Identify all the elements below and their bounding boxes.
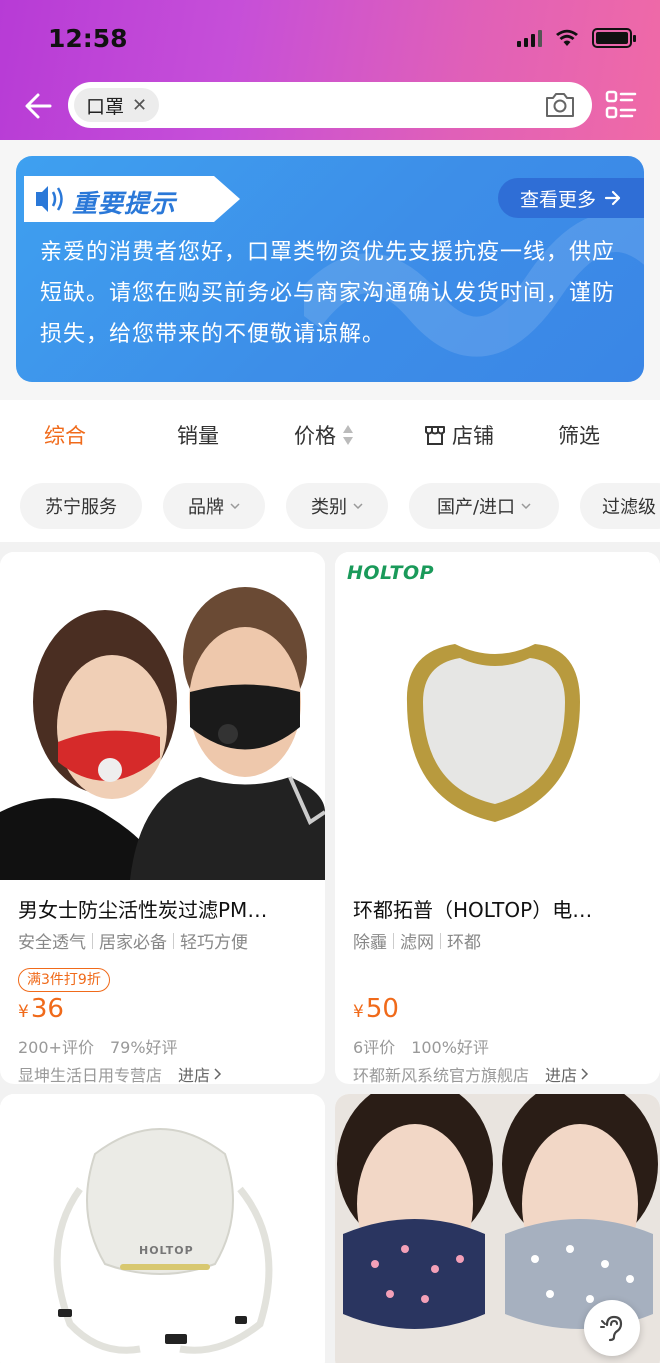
notice-body-text: 亲爱的消费者您好，口罩类物资优先支援抗疫一线，供应短缺。请您在购买前务必与商家沟…	[40, 240, 616, 347]
product-image: HOLTOP	[335, 552, 660, 880]
filter-brand-label: 品牌	[188, 497, 224, 518]
product-image	[0, 552, 325, 880]
shop-icon	[425, 426, 445, 445]
product-tag: 环都	[447, 933, 481, 953]
sort-bar: 综合 销量 价格 店铺 筛选	[0, 400, 660, 470]
tab-filter-label: 筛选	[558, 424, 600, 448]
product-card[interactable]: HOLTOP 环都拓普（HOLTOP）电… 除霾 滤网 环都 ¥ 50 6评价 …	[335, 552, 660, 1084]
accessibility-assist-button[interactable]	[584, 1300, 640, 1356]
product-tags: 安全透气 居家必备 轻巧方便	[18, 928, 248, 953]
header: 12:58 口罩 ✕	[0, 0, 660, 140]
notice-section: 重要提示 查看更多 亲爱的消费者您好，口罩类物资优先支援抗疫一线，供应短缺。请您…	[0, 140, 660, 400]
product-grid: 男女士防尘活性炭过滤PM… 安全透气 居家必备 轻巧方便 满3件打9折 ¥ 36…	[0, 542, 660, 1363]
product-tag: 除霾	[353, 933, 387, 953]
filter-suning-service-label: 苏宁服务	[45, 497, 117, 518]
tab-price-label: 价格	[294, 424, 336, 448]
positive-rate: 100%好评	[411, 1038, 489, 1057]
brand-logo: HOLTOP	[139, 1244, 194, 1257]
filter-origin-label: 国产/进口	[436, 497, 516, 518]
list-view-icon[interactable]	[604, 88, 638, 122]
currency-symbol: ¥	[18, 1002, 29, 1022]
battery-icon	[592, 28, 636, 48]
chevron-down-icon	[353, 503, 363, 510]
tab-shop-label: 店铺	[452, 424, 494, 448]
price-value: 36	[30, 994, 64, 1024]
tab-shop[interactable]: 店铺	[424, 420, 494, 450]
filter-filtration-level[interactable]: 过滤级	[580, 483, 660, 529]
view-more-button[interactable]: 查看更多	[497, 178, 644, 218]
arrow-right-icon	[604, 190, 621, 206]
notice-tag-label: 重要提示	[72, 189, 177, 218]
enter-shop-link[interactable]: 进店	[545, 1062, 589, 1084]
product-title: 男女士防尘活性炭过滤PM…	[18, 898, 268, 922]
chevron-right-icon	[214, 1068, 222, 1080]
notice-banner[interactable]: 重要提示 查看更多 亲爱的消费者您好，口罩类物资优先支援抗疫一线，供应短缺。请您…	[16, 156, 644, 382]
shop-name[interactable]: 显坤生活日用专营店	[18, 1062, 162, 1084]
positive-rate: 79%好评	[109, 1038, 178, 1057]
sort-arrows-icon	[343, 425, 353, 445]
filter-brand[interactable]: 品牌	[163, 483, 265, 529]
chevron-right-icon	[581, 1068, 589, 1080]
product-image: HOLTOP	[0, 1094, 325, 1363]
tab-sales[interactable]: 销量	[177, 420, 219, 450]
chevron-down-icon	[230, 503, 240, 510]
filter-filtration-level-label: 过滤级	[602, 497, 656, 518]
product-tag: 安全透气	[18, 933, 86, 953]
enter-shop-link[interactable]: 进店	[178, 1062, 222, 1084]
status-time: 12:58	[48, 24, 128, 53]
product-price: ¥ 36	[18, 994, 64, 1024]
search-query-chip[interactable]: 口罩 ✕	[74, 88, 160, 122]
filter-suning-service[interactable]: 苏宁服务	[20, 483, 142, 529]
view-more-label: 查看更多	[519, 188, 596, 211]
wifi-icon	[556, 29, 578, 46]
back-arrow-icon[interactable]	[20, 86, 60, 126]
brand-logo: HOLTOP	[347, 562, 435, 584]
status-icons	[517, 28, 636, 48]
enter-shop-label: 进店	[545, 1066, 578, 1084]
filter-origin[interactable]: 国产/进口	[409, 483, 559, 529]
product-price: ¥ 50	[353, 994, 399, 1024]
enter-shop-label: 进店	[178, 1066, 211, 1084]
promo-badge: 满3件打9折	[18, 968, 110, 992]
camera-icon[interactable]	[544, 91, 576, 119]
filter-category[interactable]: 类别	[286, 483, 388, 529]
product-tags: 除霾 滤网 环都	[353, 928, 481, 953]
tab-filter[interactable]: 筛选	[558, 420, 600, 450]
product-tag: 居家必备	[99, 933, 167, 953]
product-reviews: 200+评价 79%好评	[18, 1034, 178, 1058]
tab-price[interactable]: 价格	[294, 420, 354, 450]
shop-row: 环都新风系统官方旗舰店 进店	[353, 1062, 589, 1084]
chevron-down-icon	[521, 503, 531, 510]
shop-name[interactable]: 环都新风系统官方旗舰店	[353, 1062, 529, 1084]
tab-comprehensive[interactable]: 综合	[44, 420, 86, 450]
product-reviews: 6评价 100%好评	[353, 1034, 489, 1058]
filter-bar: 苏宁服务 品牌 类别 国产/进口 过滤级	[0, 470, 660, 542]
product-card[interactable]: HOLTOP	[0, 1094, 325, 1363]
filter-category-label: 类别	[311, 497, 347, 518]
review-count: 200+评价	[18, 1038, 94, 1057]
currency-symbol: ¥	[353, 1002, 364, 1022]
close-icon[interactable]: ✕	[132, 95, 147, 116]
product-card[interactable]: 男女士防尘活性炭过滤PM… 安全透气 居家必备 轻巧方便 满3件打9折 ¥ 36…	[0, 552, 325, 1084]
tab-comprehensive-label: 综合	[44, 424, 86, 448]
search-query-text: 口罩	[86, 95, 125, 118]
product-tag: 滤网	[400, 933, 434, 953]
shop-row: 显坤生活日用专营店 进店	[18, 1062, 222, 1084]
ear-icon	[600, 1315, 623, 1342]
product-title: 环都拓普（HOLTOP）电…	[353, 898, 593, 922]
search-input[interactable]: 口罩 ✕	[68, 82, 592, 128]
product-tag: 轻巧方便	[180, 933, 248, 953]
review-count: 6评价	[353, 1038, 396, 1057]
tab-sales-label: 销量	[177, 424, 219, 448]
price-value: 50	[365, 994, 399, 1024]
signal-icon	[517, 29, 542, 47]
